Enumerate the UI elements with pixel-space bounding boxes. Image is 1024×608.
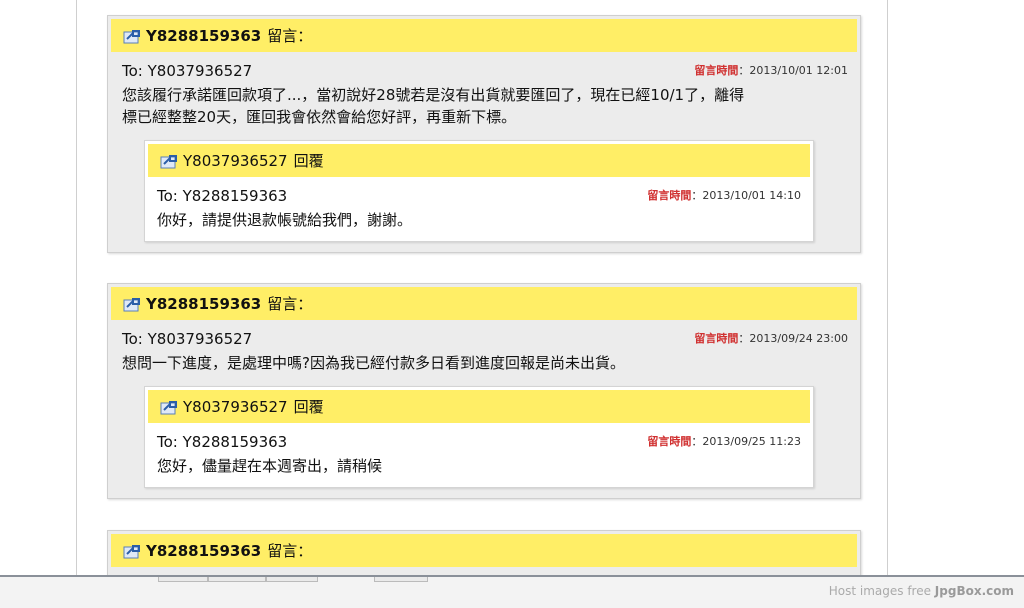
time-value: ：2013/09/24 23:00	[738, 332, 848, 345]
message-text: 您該履行承諾匯回款項了...，當初說好28號若是沒有出貨就要匯回了，現在已經10…	[122, 84, 846, 128]
reply-box: Y8037936527 回覆 To: Y8288159363 留言時間：2013…	[144, 140, 814, 242]
message-text-line: 您該履行承諾匯回款項了...，當初說好28號若是沒有出貨就要匯回了，現在已經10…	[122, 86, 745, 104]
reply-body: To: Y8288159363 留言時間：2013/09/25 11:23 您好…	[145, 423, 813, 487]
tab-stub	[374, 577, 428, 582]
sender-id[interactable]: Y8288159363	[146, 27, 261, 45]
message-text: 想問一下進度，是處理中嗎?因為我已經付款多日看到進度回報是尚未出貨。	[122, 352, 846, 374]
message-time: 留言時間：2013/09/24 23:00	[694, 330, 848, 346]
sender-id[interactable]: Y8288159363	[146, 542, 261, 560]
time-label: 留言時間	[647, 189, 692, 202]
reply-arrow-icon	[123, 28, 141, 44]
message-header: Y8288159363 留言：	[111, 287, 857, 320]
message-action-label: 留言：	[267, 27, 313, 45]
message-thread: Y8288159363 留言： To: Y8037936527 留言時間：201…	[107, 283, 861, 499]
reply-time: 留言時間：2013/09/25 11:23	[647, 433, 801, 449]
tab-stub	[266, 577, 318, 582]
reply-action-label: 回覆	[293, 398, 324, 416]
tab-stub	[208, 577, 266, 582]
reply-arrow-icon	[123, 543, 141, 559]
message-time: 留言時間：2013/10/01 12:01	[694, 62, 848, 78]
time-label: 留言時間	[647, 435, 692, 448]
time-label: 留言時間	[694, 64, 739, 77]
message-header: Y8288159363 留言：	[111, 534, 857, 567]
reply-arrow-icon	[160, 153, 178, 169]
message-body: To: Y8037936527 留言時間：2013/10/01 12:01 您該…	[108, 52, 860, 252]
reply-sender-id[interactable]: Y8037936527	[183, 152, 288, 170]
message-thread: Y8288159363 留言：	[107, 530, 861, 575]
time-value: ：2013/10/01 12:01	[738, 64, 848, 77]
message-thread: Y8288159363 留言： To: Y8037936527 留言時間：201…	[107, 15, 861, 253]
host-watermark[interactable]: Host images free JpgBox.com	[829, 584, 1014, 598]
image-host-footer: Host images free JpgBox.com	[0, 575, 1024, 608]
time-value: ：2013/10/01 14:10	[691, 189, 801, 202]
host-brand: JpgBox.com	[934, 584, 1014, 598]
message-board: Y8288159363 留言： To: Y8037936527 留言時間：201…	[76, 0, 888, 575]
reply-header: Y8037936527 回覆	[148, 144, 810, 177]
reply-body: To: Y8288159363 留言時間：2013/10/01 14:10 你好…	[145, 177, 813, 241]
reply-box: Y8037936527 回覆 To: Y8288159363 留言時間：2013…	[144, 386, 814, 488]
tab-stub	[158, 577, 208, 582]
time-value: ：2013/09/25 11:23	[691, 435, 801, 448]
reply-header: Y8037936527 回覆	[148, 390, 810, 423]
message-action-label: 留言：	[267, 542, 313, 560]
reply-time: 留言時間：2013/10/01 14:10	[647, 187, 801, 203]
reply-text: 您好，儘量趕在本週寄出，請稍候	[157, 457, 383, 475]
sender-id[interactable]: Y8288159363	[146, 295, 261, 313]
reply-sender-id[interactable]: Y8037936527	[183, 398, 288, 416]
message-text-line: 標已經整整20天，匯回我會依然會給您好評，再重新下標。	[122, 108, 517, 126]
message-action-label: 留言：	[267, 295, 313, 313]
reply-text: 你好，請提供退款帳號給我們，謝謝。	[157, 211, 413, 229]
reply-action-label: 回覆	[293, 152, 324, 170]
message-header: Y8288159363 留言：	[111, 19, 857, 52]
message-body: To: Y8037936527 留言時間：2013/09/24 23:00 想問…	[108, 320, 860, 498]
reply-arrow-icon	[123, 296, 141, 312]
message-text-line: 想問一下進度，是處理中嗎?因為我已經付款多日看到進度回報是尚未出貨。	[122, 354, 625, 372]
host-prefix: Host images free	[828, 584, 935, 598]
time-label: 留言時間	[694, 332, 739, 345]
reply-arrow-icon	[160, 399, 178, 415]
